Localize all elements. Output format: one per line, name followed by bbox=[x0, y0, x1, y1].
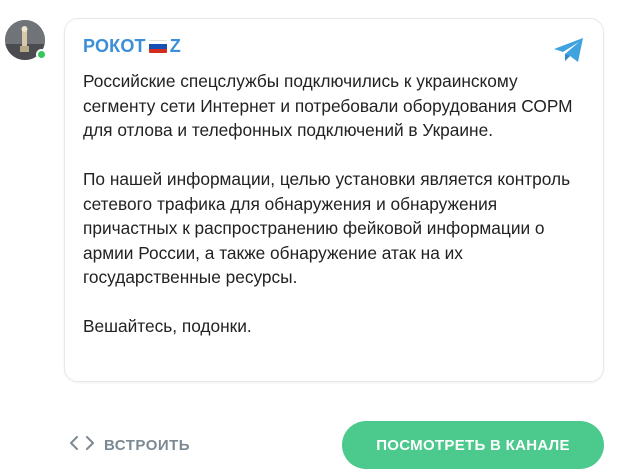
view-in-channel-button[interactable]: ПОСМОТРЕТЬ В КАНАЛЕ bbox=[342, 421, 604, 469]
message-card: РОКОТ Z Российские спецслужбы подключили… bbox=[64, 18, 604, 382]
embed-label: ВСТРОИТЬ bbox=[104, 436, 191, 454]
message-paragraph: Российские спецслужбы подключились к укр… bbox=[83, 71, 573, 140]
embed-button[interactable]: ВСТРОИТЬ bbox=[70, 431, 190, 459]
channel-name[interactable]: РОКОТ Z bbox=[83, 36, 181, 57]
online-status-dot bbox=[36, 49, 47, 60]
message-paragraph: По нашей информации, целью установки явл… bbox=[83, 169, 571, 287]
message-text: Российские спецслужбы подключились к укр… bbox=[83, 69, 588, 363]
channel-name-suffix: Z bbox=[169, 36, 181, 56]
bubble-fade bbox=[65, 359, 603, 381]
telegram-icon[interactable] bbox=[553, 36, 585, 69]
view-in-channel-label: ПОСМОТРЕТЬ В КАНАЛЕ bbox=[376, 436, 570, 454]
russia-flag-icon bbox=[148, 40, 167, 53]
channel-name-prefix: РОКОТ bbox=[83, 36, 146, 56]
message-paragraph: Вешайтесь, подонки. bbox=[83, 316, 252, 336]
code-brackets-icon bbox=[70, 436, 94, 454]
